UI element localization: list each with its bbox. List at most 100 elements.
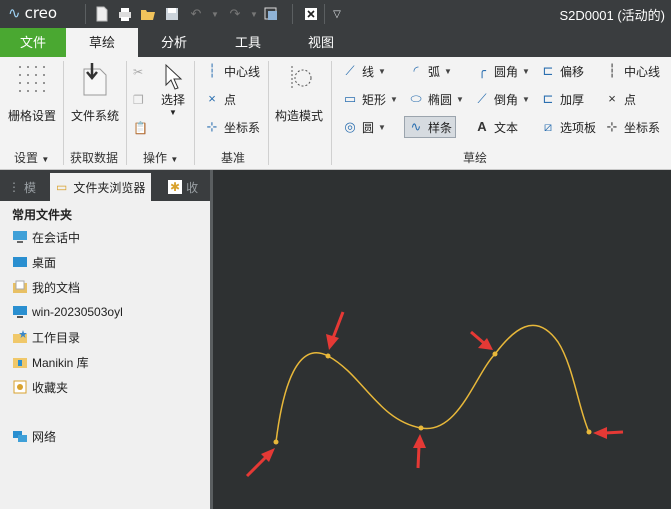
centerline-button[interactable]: ┆ 中心线 bbox=[604, 60, 660, 82]
line-dropdown-icon[interactable]: ▼ bbox=[378, 67, 386, 76]
file-system-label: 文件系统 bbox=[70, 109, 119, 123]
annotation-arrow bbox=[413, 434, 426, 469]
spline-point[interactable] bbox=[273, 439, 279, 445]
rectangle-button[interactable]: ▭ 矩形 ▼ bbox=[342, 88, 398, 110]
folder-item-favorites[interactable]: 收藏夹 bbox=[12, 378, 68, 396]
spline-curve[interactable] bbox=[275, 324, 590, 443]
cut-icon[interactable]: ✂ bbox=[133, 61, 143, 83]
model-tree-icon: ⋮ bbox=[8, 180, 20, 194]
spline-point[interactable] bbox=[325, 353, 331, 359]
working-directory-icon bbox=[13, 330, 27, 343]
regenerate-icon[interactable] bbox=[262, 5, 280, 23]
centerline-icon: ┆ bbox=[608, 63, 616, 78]
point-button[interactable]: × 点 bbox=[604, 88, 636, 110]
grid-settings-label: 栅格设置 bbox=[7, 109, 56, 123]
creo-logo: ∿ creo bbox=[8, 4, 57, 22]
window-title: S2D0001 (活动的) bbox=[559, 8, 665, 23]
sketch-canvas[interactable] bbox=[213, 170, 671, 509]
select-dropdown-icon: ▼ bbox=[169, 108, 177, 117]
undo-dropdown-icon[interactable]: ▼ bbox=[206, 5, 224, 23]
folder-item-in-session[interactable]: 在会话中 bbox=[12, 228, 80, 246]
select-button[interactable]: 选择 ▼ bbox=[156, 63, 190, 117]
favorites-icon: ✱ bbox=[168, 180, 183, 194]
text-button[interactable]: A 文本 bbox=[474, 116, 518, 138]
arc-dropdown-icon[interactable]: ▼ bbox=[444, 67, 452, 76]
customize-toolbar-icon[interactable]: ▽ bbox=[328, 5, 346, 23]
group-separator bbox=[63, 61, 64, 165]
fillet-dropdown-icon[interactable]: ▼ bbox=[522, 67, 530, 76]
csys-button[interactable]: ⊹ 坐标系 bbox=[604, 116, 660, 138]
folder-item-computer[interactable]: win-20230503oyl bbox=[12, 303, 123, 321]
toolbar-separator bbox=[85, 4, 86, 24]
annotation-arrow bbox=[593, 427, 624, 439]
panel-tabs: ⋮ 模 ▭ 文件夹浏览器 ✱ 收 bbox=[0, 170, 210, 201]
folder-item-manikin-library[interactable]: Manikin 库 bbox=[12, 353, 89, 371]
annotation-arrow bbox=[326, 311, 345, 350]
open-folder-icon[interactable] bbox=[139, 5, 157, 23]
close-window-icon[interactable] bbox=[302, 5, 320, 23]
palette-button[interactable]: ⧄ 选项板 bbox=[540, 116, 596, 138]
ellipse-button[interactable]: ⬭ 椭圆 ▼ bbox=[408, 88, 464, 110]
line-button[interactable]: ⟋ 线 ▼ bbox=[342, 60, 386, 82]
spline-point[interactable] bbox=[586, 429, 592, 435]
group-operations[interactable]: 操作 ▼ bbox=[143, 149, 178, 166]
redo-icon[interactable]: ↷ bbox=[226, 5, 244, 23]
offset-icon: ⊏ bbox=[542, 63, 554, 78]
datum-centerline-button[interactable]: ┆ 中心线 bbox=[204, 60, 260, 82]
thicken-icon: ⊏ bbox=[542, 91, 554, 106]
computer-icon bbox=[13, 306, 27, 318]
spline-point[interactable] bbox=[492, 351, 498, 357]
fillet-icon: ╭ bbox=[478, 63, 486, 78]
tab-analysis[interactable]: 分析 bbox=[138, 28, 210, 57]
folder-item-working-directory[interactable]: 工作目录 bbox=[12, 328, 80, 346]
csys-icon: ⊹ bbox=[206, 119, 218, 134]
point-x-icon: × bbox=[208, 91, 216, 106]
folder-browser-icon: ▭ bbox=[56, 180, 68, 194]
print-icon[interactable] bbox=[116, 5, 134, 23]
creo-swirl-icon: ∿ bbox=[8, 5, 21, 22]
datum-csys-button[interactable]: ⊹ 坐标系 bbox=[204, 116, 260, 138]
fillet-button[interactable]: ╭ 圆角 ▼ bbox=[474, 60, 530, 82]
navigator-panel: ⋮ 模 ▭ 文件夹浏览器 ✱ 收 常用文件夹 在会话中 桌面 我的文档 win-20… bbox=[0, 170, 213, 509]
tab-sketch[interactable]: 草绘 bbox=[66, 28, 138, 57]
circle-button[interactable]: ◎ 圆 ▼ bbox=[342, 116, 386, 138]
copy-icon[interactable]: ❐ bbox=[133, 89, 144, 111]
folder-item-network[interactable]: 网络 bbox=[12, 427, 56, 445]
save-icon[interactable] bbox=[163, 5, 181, 23]
tab-favorites[interactable]: ✱ 收 bbox=[168, 173, 198, 201]
construction-mode-button[interactable]: 构造模式 bbox=[272, 63, 326, 124]
annotation-arrow bbox=[245, 448, 275, 478]
arc-button[interactable]: ◜ 弧 ▼ bbox=[408, 60, 452, 82]
datum-point-button[interactable]: × 点 bbox=[204, 88, 236, 110]
tab-model-tree[interactable]: ⋮ 模 bbox=[8, 173, 36, 201]
documents-folder-icon bbox=[13, 280, 27, 293]
group-setup[interactable]: 设置 ▼ bbox=[14, 149, 49, 166]
file-system-button[interactable]: 文件系统 bbox=[67, 61, 123, 124]
tab-view[interactable]: 视图 bbox=[286, 28, 356, 57]
favorites-folder-icon bbox=[13, 380, 27, 394]
grid-settings-button[interactable]: 栅格设置 bbox=[6, 63, 58, 124]
chamfer-dropdown-icon[interactable]: ▼ bbox=[522, 95, 530, 104]
chamfer-button[interactable]: ⟋ 倒角 ▼ bbox=[474, 88, 530, 110]
folder-item-desktop[interactable]: 桌面 bbox=[12, 253, 56, 271]
tab-file[interactable]: 文件 bbox=[0, 28, 66, 57]
spline-point[interactable] bbox=[418, 425, 424, 431]
logo-text: creo bbox=[24, 4, 58, 22]
new-file-icon[interactable] bbox=[93, 5, 111, 23]
folder-item-my-documents[interactable]: 我的文档 bbox=[12, 278, 80, 296]
thicken-button[interactable]: ⊏ 加厚 bbox=[540, 88, 584, 110]
rectangle-dropdown-icon[interactable]: ▼ bbox=[390, 95, 398, 104]
toolbar-separator bbox=[292, 4, 293, 24]
paste-icon[interactable]: 📋 bbox=[133, 117, 148, 139]
annotation-arrow bbox=[470, 330, 493, 350]
tab-tools[interactable]: 工具 bbox=[212, 28, 284, 57]
ellipse-dropdown-icon[interactable]: ▼ bbox=[456, 95, 464, 104]
undo-icon[interactable]: ↶ bbox=[187, 5, 205, 23]
redo-dropdown-icon[interactable]: ▼ bbox=[245, 5, 263, 23]
group-separator bbox=[331, 61, 332, 165]
offset-button[interactable]: ⊏ 偏移 bbox=[540, 60, 584, 82]
monitor-icon bbox=[13, 231, 27, 243]
spline-button[interactable]: ∿ 样条 bbox=[404, 116, 457, 138]
circle-dropdown-icon[interactable]: ▼ bbox=[378, 123, 386, 132]
tab-folder-browser[interactable]: ▭ 文件夹浏览器 bbox=[50, 173, 152, 201]
